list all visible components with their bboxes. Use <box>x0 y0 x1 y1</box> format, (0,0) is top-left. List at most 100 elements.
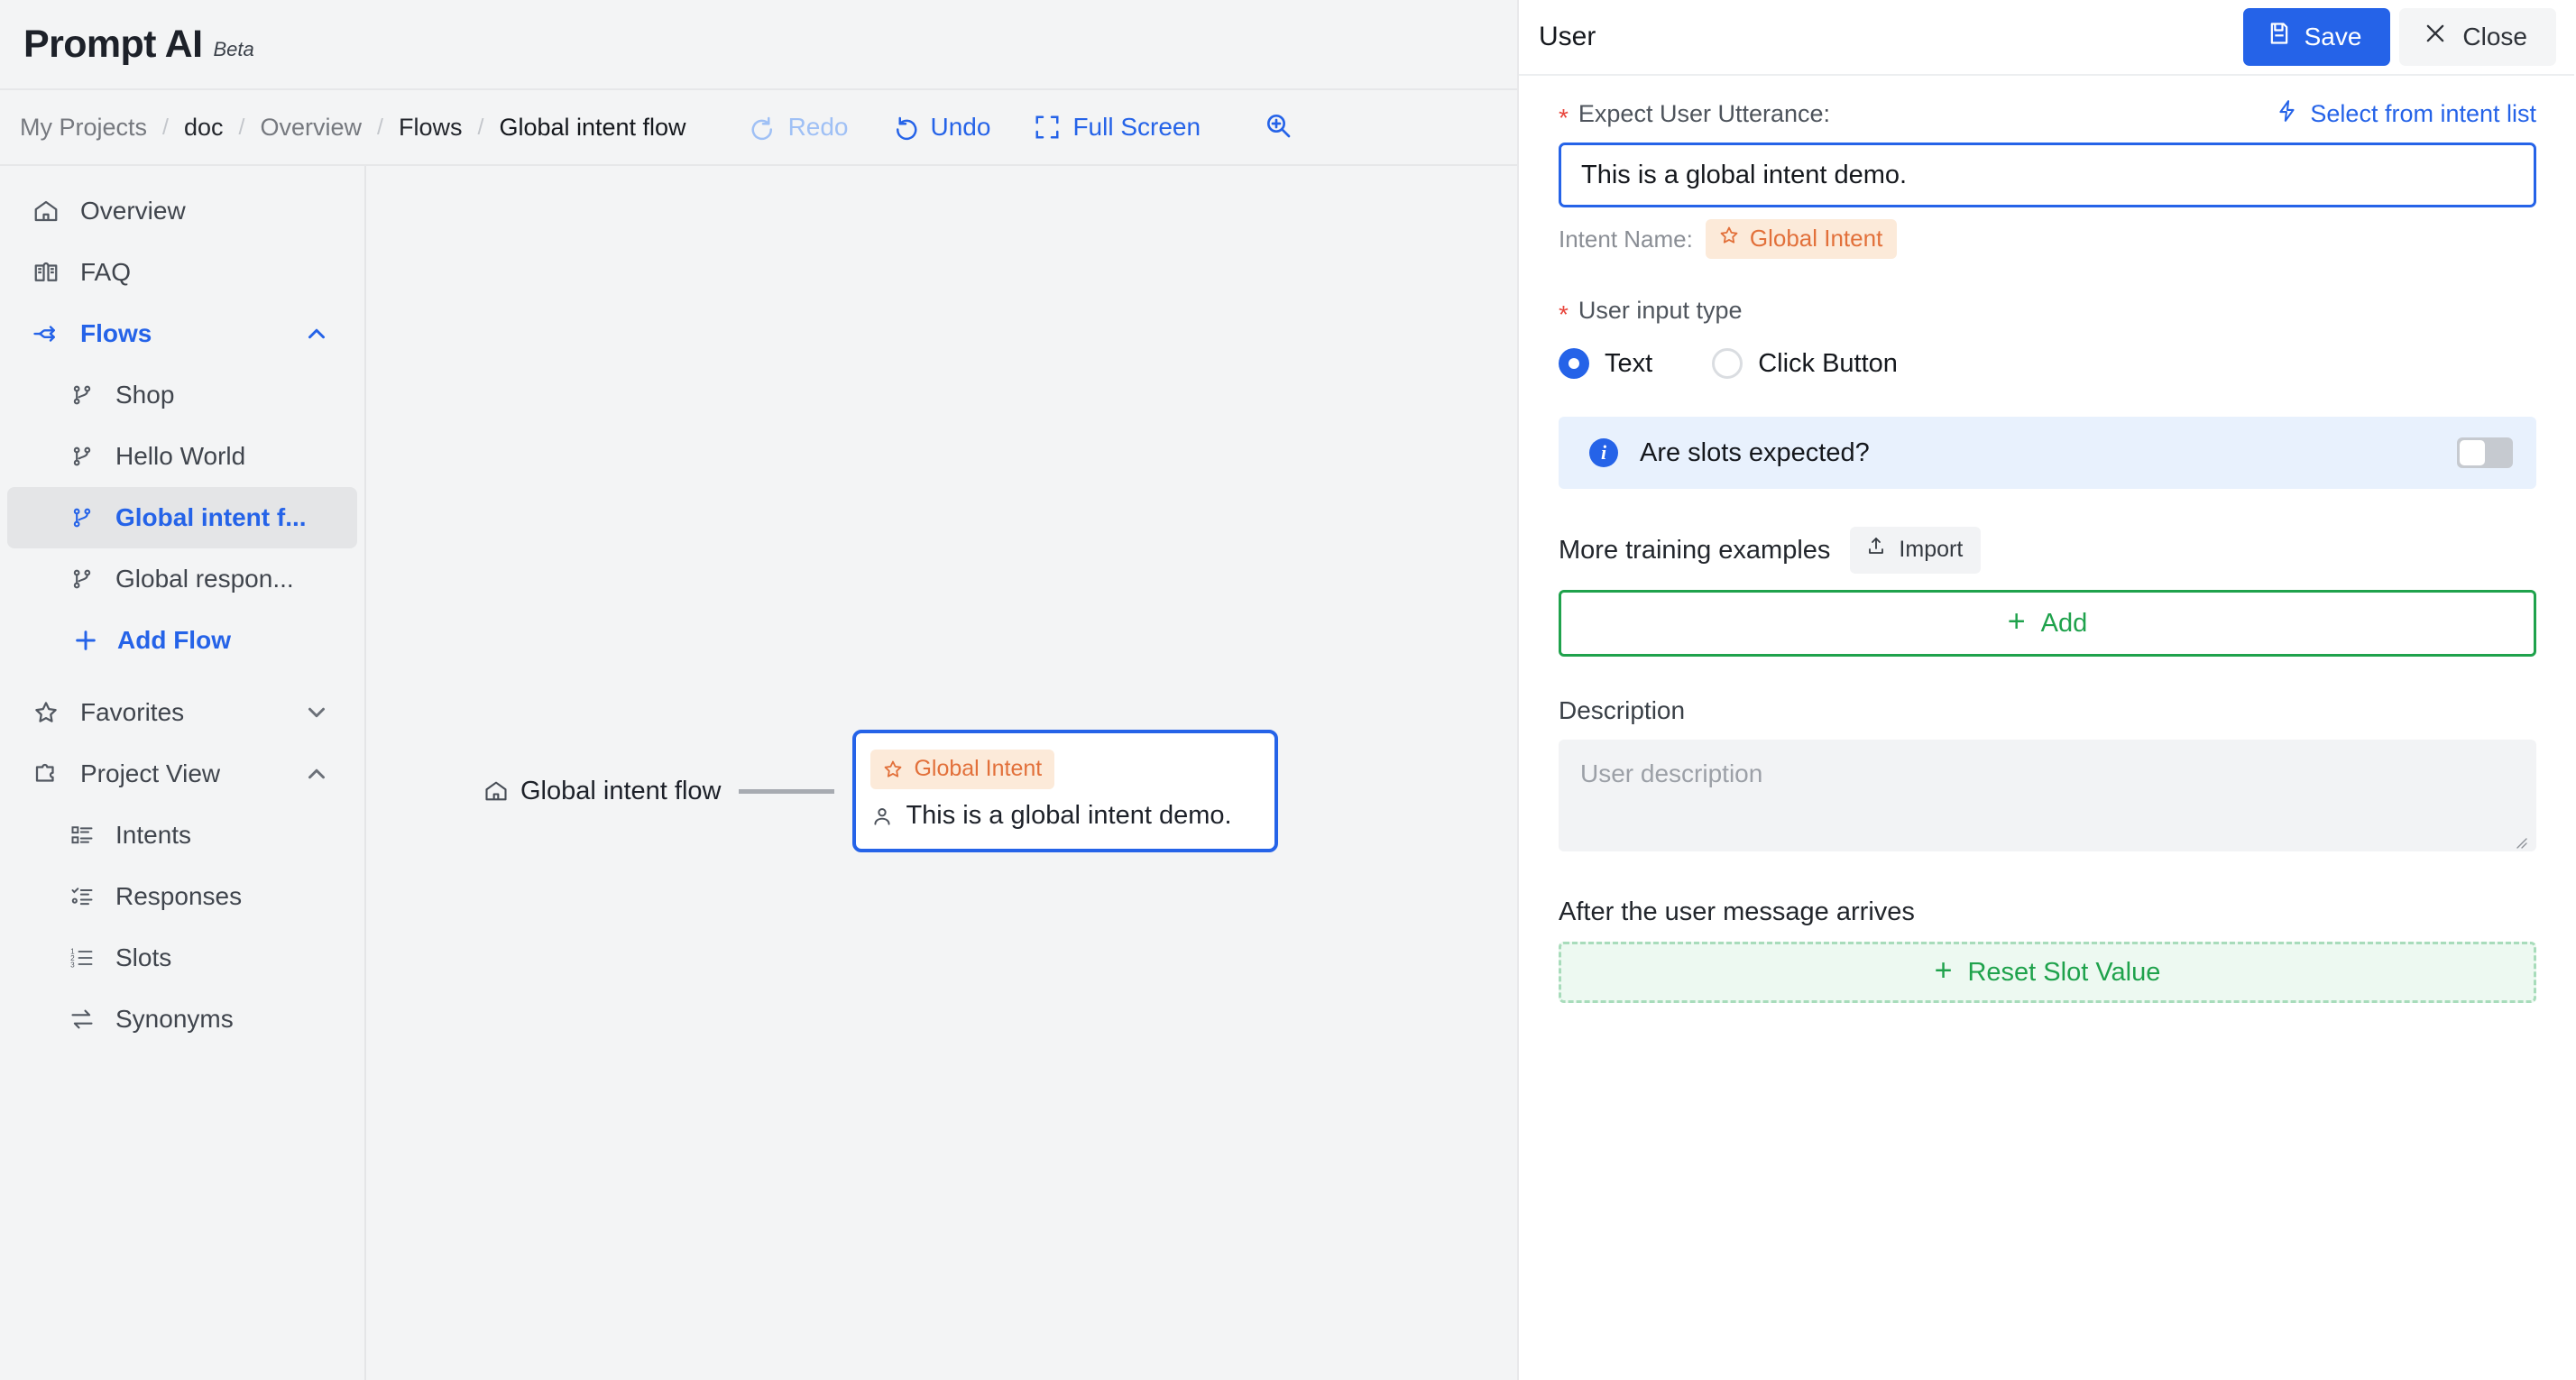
redo-label: Redo <box>787 113 849 141</box>
sidebar-item-shop[interactable]: Shop <box>7 364 357 426</box>
chevron-up-icon[interactable] <box>303 320 330 347</box>
radio-option-text-label: Text <box>1605 348 1653 378</box>
flow-start-node[interactable]: Global intent flow <box>483 777 721 806</box>
radio-selected-icon <box>1559 348 1589 379</box>
training-examples-label: More training examples <box>1559 535 1831 565</box>
flow-graph: Global intent flow Global Intent This is… <box>483 730 1279 852</box>
utterance-input[interactable] <box>1559 143 2536 207</box>
zoom-in-button[interactable] <box>1246 106 1311 150</box>
intent-name-chip[interactable]: Global Intent <box>1705 219 1898 259</box>
save-button[interactable]: Save <box>2242 8 2391 66</box>
sidebar-item-favorites[interactable]: Favorites <box>7 682 357 743</box>
app-title: Prompt AI <box>23 22 203 66</box>
close-button[interactable]: Close <box>2399 8 2556 66</box>
flow-node-user[interactable]: Global Intent This is a global intent de… <box>852 730 1279 852</box>
sidebar-item-synonyms[interactable]: Synonyms <box>7 989 357 1050</box>
sidebar-item-global-responses[interactable]: Global respon... <box>7 548 357 610</box>
sidebar-item-responses[interactable]: Responses <box>7 866 357 927</box>
breadcrumb-item-flows[interactable]: Flows <box>399 114 463 142</box>
beta-tag: Beta <box>213 38 254 60</box>
sidebar-item-label: Flows <box>80 319 152 347</box>
puzzle-icon <box>31 759 61 789</box>
toolbar-actions: Redo Undo Full Screen <box>728 106 1311 150</box>
breadcrumb-item-global-intent-flow: Global intent flow <box>499 113 686 141</box>
node-intent-badge-label: Global Intent <box>914 756 1043 781</box>
user-detail-panel: User Save Close * Expect User Utterance:… <box>1519 0 2574 1380</box>
after-message-label: After the user message arrives <box>1559 897 1915 926</box>
flows-icon <box>31 318 61 349</box>
redo-icon <box>750 114 777 141</box>
lightning-icon <box>2276 99 2299 129</box>
sidebar-item-label: Global respon... <box>115 565 294 593</box>
sidebar-item-hello-world[interactable]: Hello World <box>7 426 357 487</box>
radio-option-click-button[interactable]: Click Button <box>1712 348 1898 379</box>
sidebar-item-faq[interactable]: FAQ <box>7 242 357 303</box>
breadcrumb-item-doc[interactable]: doc <box>184 114 224 142</box>
sidebar-item-label: Slots <box>115 943 172 971</box>
brand-bar: Prompt AI Beta <box>0 0 1517 90</box>
user-icon <box>870 805 894 828</box>
required-asterisk: * <box>1559 103 1569 132</box>
import-button[interactable]: Import <box>1850 527 1982 574</box>
left-body: Overview FAQ Flows Shop Hello World Glob… <box>0 166 1517 1380</box>
branch-icon <box>67 441 97 472</box>
flow-connector <box>739 788 835 794</box>
full-screen-button[interactable]: Full Screen <box>1012 107 1222 147</box>
plus-icon: + <box>2007 604 2026 639</box>
star-icon <box>882 759 904 780</box>
zoom-in-icon <box>1264 111 1293 144</box>
sidebar-item-overview[interactable]: Overview <box>7 180 357 242</box>
radio-option-text[interactable]: Text <box>1559 348 1652 379</box>
sidebar-item-flows[interactable]: Flows <box>7 303 357 364</box>
slots-expected-bar: i Are slots expected? <box>1559 417 2536 489</box>
list-check-icon <box>67 881 97 912</box>
info-icon: i <box>1589 438 1618 467</box>
redo-button[interactable]: Redo <box>728 107 870 147</box>
sidebar-item-label: Intents <box>115 821 192 849</box>
svg-text:3: 3 <box>70 961 75 970</box>
sidebar-item-project-view[interactable]: Project View <box>7 743 357 805</box>
sidebar-item-slots[interactable]: 123 Slots <box>7 927 357 989</box>
sidebar: Overview FAQ Flows Shop Hello World Glob… <box>0 166 364 1380</box>
node-utterance-label: This is a global intent demo. <box>906 801 1232 830</box>
sidebar-item-label: Shop <box>115 381 175 409</box>
add-flow-button[interactable]: Add Flow <box>7 610 357 671</box>
panel-title: User <box>1539 22 1596 51</box>
list-badge-icon <box>67 820 97 851</box>
sidebar-item-label: Favorites <box>80 698 185 726</box>
reset-slot-value-button[interactable]: + Reset Slot Value <box>1559 942 2536 1003</box>
chevron-up-icon[interactable] <box>303 760 330 787</box>
add-training-example-button[interactable]: + Add <box>1559 590 2536 657</box>
breadcrumb-item-overview[interactable]: Overview <box>260 114 362 142</box>
sidebar-item-label: Global intent f... <box>115 503 307 531</box>
radio-unselected-icon <box>1712 348 1743 379</box>
star-icon <box>1718 225 1740 253</box>
training-examples-header: More training examples Import <box>1559 527 2536 574</box>
select-from-intent-list-link[interactable]: Select from intent list <box>2276 99 2536 129</box>
close-label: Close <box>2462 22 2527 51</box>
breadcrumb-item-my-projects[interactable]: My Projects <box>20 114 147 142</box>
home-icon <box>483 778 509 804</box>
sidebar-item-global-intent-flow[interactable]: Global intent f... <box>7 487 357 548</box>
description-label: Description <box>1559 696 1686 724</box>
upload-icon <box>1865 536 1887 564</box>
app-root: Prompt AI Beta My Projects / doc / Overv… <box>0 0 2576 1380</box>
undo-button[interactable]: Undo <box>870 107 1013 147</box>
full-screen-icon <box>1034 114 1061 141</box>
sidebar-item-intents[interactable]: Intents <box>7 805 357 866</box>
utterance-label: * Expect User Utterance: <box>1559 100 1830 132</box>
plus-icon: + <box>1934 953 1953 988</box>
intent-name-label: Intent Name: <box>1559 225 1693 253</box>
panel-body: * Expect User Utterance: Select from int… <box>1519 76 2574 1380</box>
breadcrumb-separator: / <box>377 114 383 140</box>
breadcrumb-separator: / <box>238 114 245 140</box>
slots-expected-toggle[interactable] <box>2457 437 2513 468</box>
breadcrumb-separator: / <box>162 114 169 140</box>
left-region: Prompt AI Beta My Projects / doc / Overv… <box>0 0 1519 1380</box>
save-label: Save <box>2304 22 2362 51</box>
description-textarea[interactable] <box>1559 740 2536 851</box>
flow-canvas[interactable]: Global intent flow Global Intent This is… <box>364 166 1517 1380</box>
list-number-icon: 123 <box>67 943 97 973</box>
chevron-down-icon[interactable] <box>303 699 330 726</box>
breadcrumb: My Projects / doc / Overview / Flows / G… <box>20 114 686 142</box>
